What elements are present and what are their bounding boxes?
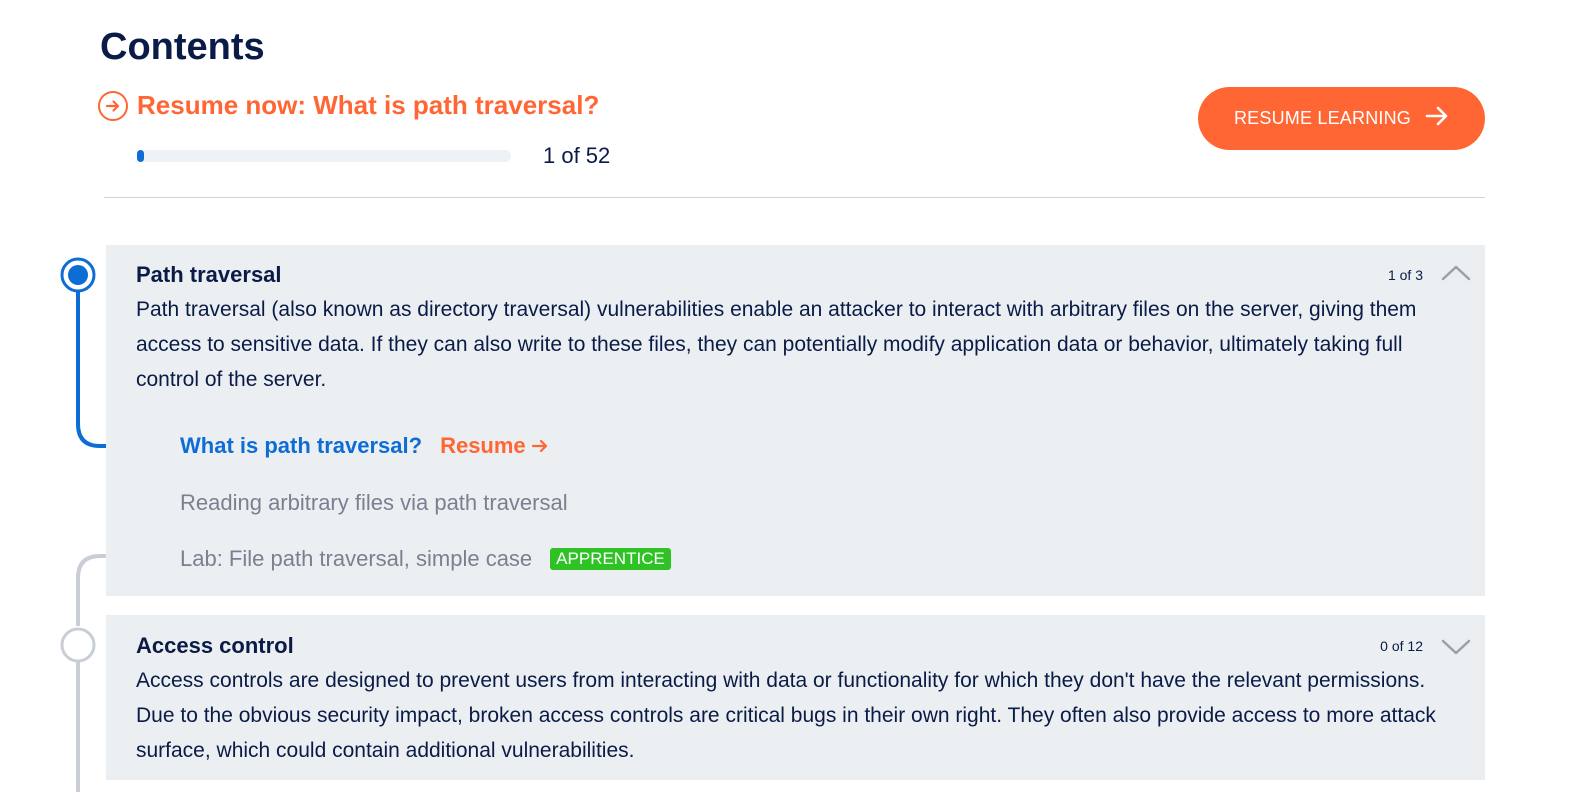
arrow-right-icon [1425, 105, 1449, 132]
section-progress-count: 1 of 3 [1387, 267, 1423, 283]
resume-learning-label: RESUME LEARNING [1233, 108, 1412, 128]
sub-item-label: What is path traversal? [180, 433, 423, 458]
chevron-down-icon[interactable] [1441, 637, 1471, 657]
level-badge: APPRENTICE [550, 548, 671, 570]
resume-learning-button[interactable]: RESUME LEARNING [1198, 87, 1485, 150]
section-path-traversal: Path traversal 1 of 3 Path traversal (al… [106, 245, 1485, 596]
circle-arrow-right-icon [98, 90, 128, 121]
section-title[interactable]: Access control [136, 633, 294, 659]
page-title: Contents [100, 26, 265, 68]
progress-fill [137, 150, 145, 162]
resume-now-link[interactable]: Resume now: What is path traversal? [98, 90, 599, 121]
section-title[interactable]: Path traversal [136, 262, 282, 288]
sub-item-label: Lab: File path traversal, simple case [180, 546, 533, 571]
sub-item-label: Reading arbitrary files via path travers… [180, 490, 568, 515]
section-description: Path traversal (also known as directory … [136, 298, 1417, 391]
section-description: Access controls are designed to prevent … [136, 669, 1436, 762]
progress-bar [137, 150, 511, 162]
section-access-control: Access control 0 of 12 Access controls a… [106, 615, 1485, 780]
chevron-up-icon[interactable] [1441, 263, 1471, 283]
resume-now-text: Resume now: What is path traversal? [137, 90, 600, 120]
divider [104, 197, 1485, 198]
sub-item-what-is-path-traversal[interactable]: What is path traversal? Resume [180, 433, 548, 459]
sub-item-lab-file-path-traversal[interactable]: Lab: File path traversal, simple case AP… [180, 546, 671, 572]
arrow-right-icon [531, 438, 548, 454]
section-progress-count: 0 of 12 [1380, 638, 1423, 654]
resume-link[interactable]: Resume [440, 433, 548, 459]
progress-text: 1 of 52 [543, 143, 611, 168]
resume-link-label: Resume [440, 433, 526, 458]
sub-item-reading-arbitrary-files[interactable]: Reading arbitrary files via path travers… [180, 490, 568, 516]
